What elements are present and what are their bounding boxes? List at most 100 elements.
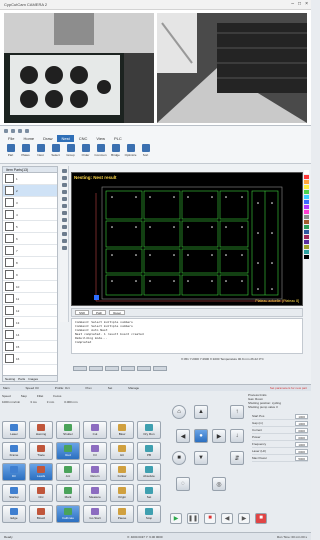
nest-button[interactable]: Nest [34, 144, 47, 161]
function-button[interactable]: Stop [137, 505, 161, 523]
order-button[interactable]: Order [79, 144, 92, 161]
list-item[interactable]: 5 [3, 221, 57, 233]
jog-center-button[interactable]: ● [194, 429, 208, 443]
function-button[interactable]: Absolute [137, 463, 161, 481]
color-swatch[interactable] [304, 230, 309, 234]
tab-main[interactable]: Main [3, 385, 10, 391]
function-button[interactable]: Go Start [83, 505, 107, 523]
jog-left-button[interactable]: ◀ [176, 429, 190, 443]
color-swatch[interactable] [304, 170, 309, 174]
group-button[interactable]: Group [64, 144, 77, 161]
function-button[interactable]: Mark [56, 484, 80, 502]
color-swatch[interactable] [304, 210, 309, 214]
forward-button[interactable]: ▶ [238, 512, 250, 524]
list-item[interactable]: 16 [3, 353, 57, 365]
color-swatch[interactable] [304, 215, 309, 219]
color-swatch[interactable] [304, 240, 309, 244]
function-button[interactable]: Blow2 [29, 505, 53, 523]
function-button[interactable]: Laser [2, 421, 26, 439]
function-button[interactable]: Hit [110, 442, 134, 460]
sort-button[interactable]: Sort [139, 144, 152, 161]
tab-cnc[interactable]: CNC [75, 135, 92, 142]
jog-right-button[interactable]: ▶ [212, 429, 226, 443]
pan-icon[interactable] [61, 225, 67, 229]
optimize-button[interactable]: Optimize [124, 144, 137, 161]
param-value[interactable]: 0.000 mm [64, 399, 77, 405]
function-button[interactable]: Homing [29, 421, 53, 439]
select-button[interactable]: Select [49, 144, 62, 161]
common-button[interactable]: Common [94, 144, 107, 161]
tab-prev[interactable]: Prev [86, 385, 92, 391]
color-swatch[interactable] [304, 200, 309, 204]
function-button[interactable]: Shutter [56, 421, 80, 439]
backward-button[interactable]: ◀ [221, 512, 233, 524]
reset-button[interactable]: Reset [109, 310, 126, 315]
tab-manage[interactable]: Manage [128, 385, 139, 391]
tab-images[interactable]: Images [28, 376, 38, 381]
rotate-icon[interactable] [61, 239, 67, 243]
stop-button[interactable]: ■ [204, 512, 216, 524]
function-button[interactable]: Startup [2, 484, 26, 502]
function-button[interactable]: Red [56, 442, 80, 460]
color-swatch[interactable] [304, 185, 309, 189]
color-swatch[interactable] [304, 250, 309, 254]
quick-button[interactable] [153, 366, 167, 371]
function-button[interactable]: Trace [29, 442, 53, 460]
jog-fast-button[interactable]: ◎ [212, 477, 226, 491]
function-button[interactable]: Cut [83, 421, 107, 439]
mirror-icon[interactable] [61, 232, 67, 236]
quick-button[interactable] [105, 366, 119, 371]
shift-button[interactable]: Shift [75, 310, 90, 315]
color-swatch[interactable] [304, 245, 309, 249]
color-swatch[interactable] [304, 220, 309, 224]
jog-up-button[interactable]: ▲ [194, 405, 208, 419]
pause-button[interactable]: ❚❚ [187, 512, 199, 524]
path-button[interactable]: Path [92, 310, 107, 315]
drawing-canvas[interactable]: Nesting: Nest result Plateau actuelle: [… [71, 172, 303, 306]
list-item[interactable]: 11 [3, 293, 57, 305]
line-icon[interactable] [61, 176, 67, 180]
function-button[interactable]: Dir [2, 463, 26, 481]
tab-draw[interactable]: Draw [39, 135, 56, 142]
jog-z-up-button[interactable]: ↑ [230, 405, 244, 419]
jog-slow-button[interactable]: ◌ [176, 477, 190, 491]
part-button[interactable]: Part [4, 144, 17, 161]
function-button[interactable]: Follow [110, 463, 134, 481]
tab-plc[interactable]: PLC [110, 135, 126, 142]
quick-button[interactable] [121, 366, 135, 371]
function-button[interactable]: Measure [83, 484, 107, 502]
quick-button[interactable] [137, 366, 151, 371]
bridge-button[interactable]: Bridge [109, 144, 122, 161]
rect-icon[interactable] [61, 190, 67, 194]
tab-home[interactable]: Home [19, 135, 38, 142]
text-icon[interactable] [61, 204, 67, 208]
color-swatch[interactable] [304, 235, 309, 239]
app-logo-icon[interactable] [4, 129, 8, 133]
function-button[interactable]: Dry Run [137, 421, 161, 439]
tab-file[interactable]: File [4, 135, 18, 142]
list-item[interactable]: 6 [3, 233, 57, 245]
function-button[interactable]: Set [137, 484, 161, 502]
list-item[interactable]: 7 [3, 245, 57, 257]
list-item[interactable]: 13 [3, 317, 57, 329]
list-item[interactable]: 15 [3, 341, 57, 353]
maximize-icon[interactable]: □ [298, 1, 301, 7]
param-value[interactable]: 3 mm [47, 399, 55, 405]
list-item[interactable]: 12 [3, 305, 57, 317]
list-item[interactable]: 2 [3, 185, 57, 197]
pointer-icon[interactable] [61, 169, 67, 173]
zoom-icon[interactable] [61, 218, 67, 222]
start-button[interactable]: ▶ [170, 512, 182, 524]
close-icon[interactable]: × [305, 1, 308, 7]
jog-home-button[interactable]: ⌂ [172, 405, 186, 419]
jog-down-button[interactable]: ▼ [194, 451, 208, 465]
tab-nest[interactable]: Nest [57, 135, 74, 142]
color-swatch[interactable] [304, 180, 309, 184]
plates-button[interactable]: Plates [19, 144, 32, 161]
list-item[interactable]: 9 [3, 269, 57, 281]
tab-parts[interactable]: Parts [18, 376, 25, 381]
function-button[interactable]: Return [83, 463, 107, 481]
tab-set[interactable]: Set [108, 385, 113, 391]
color-swatch[interactable] [304, 175, 309, 179]
emergency-button[interactable]: ■ [255, 512, 267, 524]
